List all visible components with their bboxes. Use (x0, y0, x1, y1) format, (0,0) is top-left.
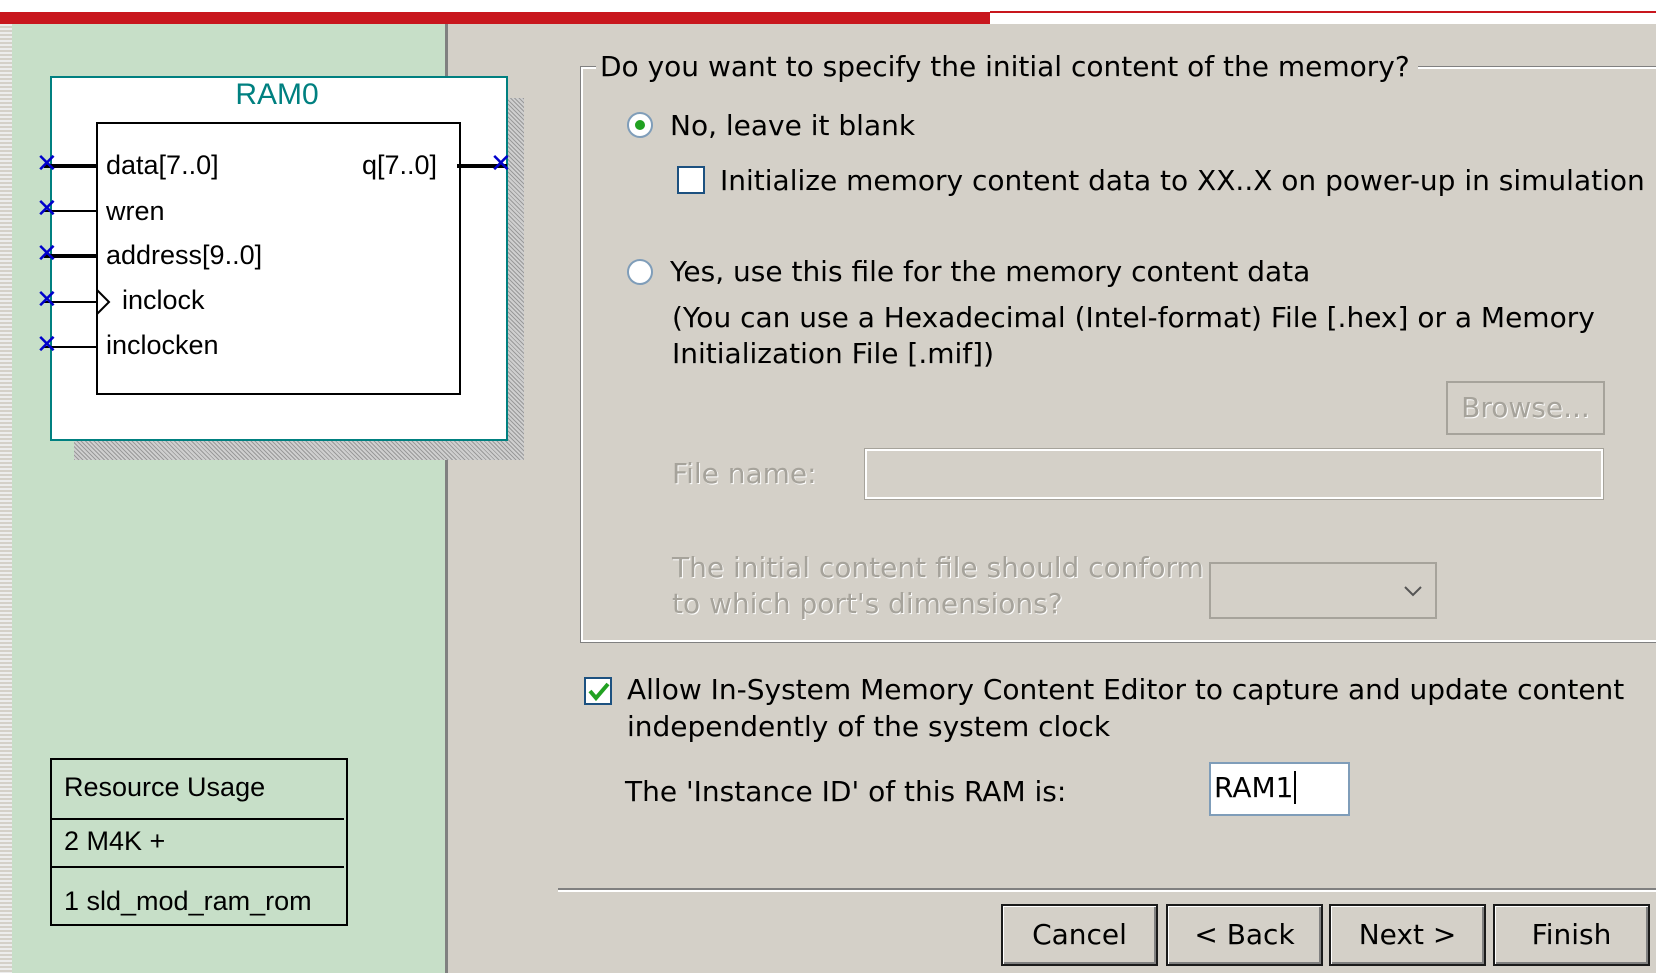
wizard-progress-fill (0, 12, 990, 24)
pin-label-wren: wren (106, 196, 165, 226)
pin-label-inclock: inclock (122, 285, 205, 315)
resource-usage-row: 2 M4K + (50, 818, 344, 868)
init-xx-label[interactable]: Initialize memory content data to XX..X … (720, 164, 1645, 197)
radio-yes-use-file[interactable] (627, 259, 653, 285)
resource-usage-header: Resource Usage (64, 772, 266, 802)
pin-label-inclocken: inclocken (106, 330, 219, 360)
conform-label: The initial content file should conform (672, 551, 1204, 584)
next-button[interactable]: Next > (1329, 904, 1486, 966)
resource-usage-value: 1 sld_mod_ram_rom (64, 886, 312, 916)
conform-label: to which port's dimensions? (672, 587, 1063, 620)
chevron-down-icon (1404, 586, 1422, 597)
isme-checkbox[interactable] (584, 677, 612, 705)
ram-symbol-title: RAM0 (235, 78, 319, 111)
pin-label-data: data[7..0] (106, 150, 219, 180)
instance-id-label: The 'Instance ID' of this RAM is: (625, 775, 1067, 808)
file-name-input[interactable] (864, 448, 1604, 500)
pin-label-address: address[9..0] (106, 240, 263, 270)
pin-label-q: q[7..0] (362, 150, 438, 180)
wizard-progress-line (990, 11, 1656, 13)
file-format-hint: (You can use a Hexadecimal (Intel-format… (672, 301, 1595, 334)
next-button-label: Next > (1358, 918, 1457, 951)
resource-usage-header-cell: Resource Usage (50, 758, 344, 820)
radio-no-label[interactable]: No, leave it blank (670, 109, 915, 142)
initial-content-legend: Do you want to specify the initial conte… (596, 50, 1418, 83)
finish-button-label: Finish (1531, 918, 1612, 951)
pin-unconnected-icon: ✕ (36, 194, 58, 224)
browse-button[interactable]: Browse... (1446, 381, 1605, 435)
pin-unconnected-icon: ✕ (490, 149, 512, 179)
button-bar-separator (558, 888, 1656, 892)
instance-id-input[interactable]: RAM1 (1209, 762, 1350, 816)
back-button[interactable]: < Back (1166, 904, 1323, 966)
port-dimension-select[interactable] (1209, 562, 1437, 619)
file-format-hint: Initialization File [.mif]) (672, 337, 994, 370)
pin-unconnected-icon: ✕ (36, 239, 58, 269)
radio-selected-dot (635, 120, 645, 130)
left-edge-strip (0, 24, 12, 973)
radio-yes-label[interactable]: Yes, use this file for the memory conten… (670, 255, 1310, 288)
pin-unconnected-icon: ✕ (36, 330, 58, 360)
resource-usage-value: 2 M4K + (64, 826, 166, 856)
text-cursor (1294, 771, 1297, 804)
init-xx-checkbox[interactable] (677, 166, 705, 194)
clock-edge-icon (96, 289, 111, 315)
isme-label[interactable]: Allow In-System Memory Content Editor to… (627, 673, 1624, 706)
pin-unconnected-icon: ✕ (36, 149, 58, 179)
file-name-label: File name: (672, 457, 817, 490)
instance-id-value: RAM1 (1214, 771, 1294, 804)
finish-button[interactable]: Finish (1493, 904, 1650, 966)
pin-unconnected-icon: ✕ (36, 285, 58, 315)
checkmark-icon (588, 682, 610, 702)
cancel-button[interactable]: Cancel (1001, 904, 1158, 966)
radio-no-leave-blank[interactable] (627, 112, 653, 138)
back-button-label: < Back (1194, 918, 1295, 951)
isme-label[interactable]: independently of the system clock (627, 710, 1110, 743)
